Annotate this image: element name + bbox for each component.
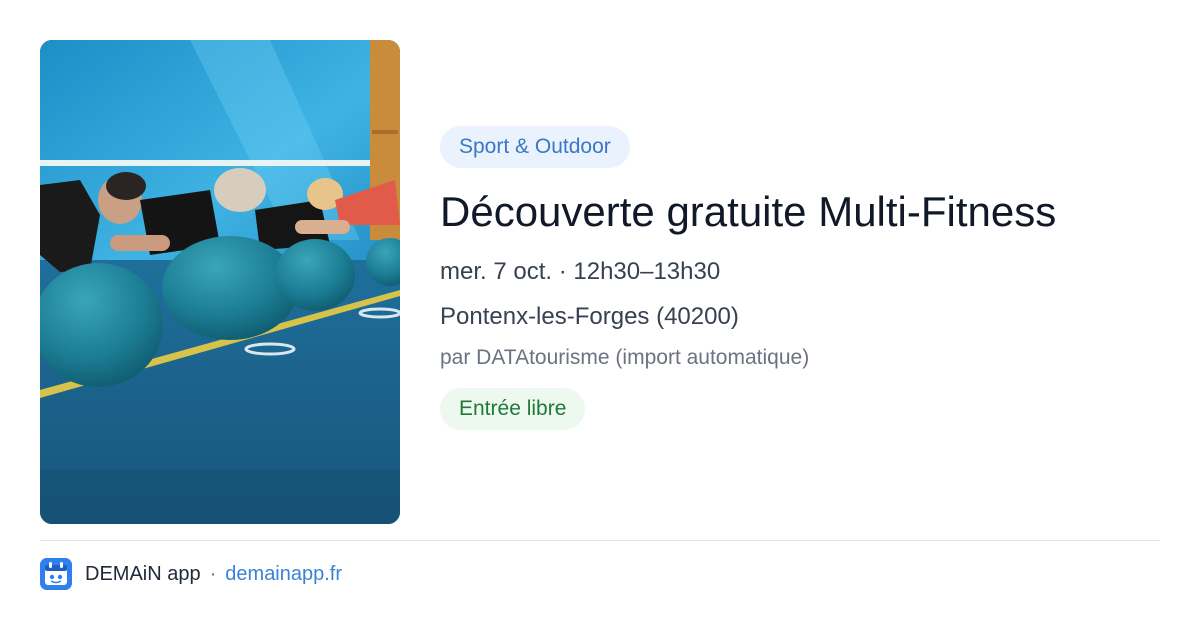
demain-app-logo-icon bbox=[40, 558, 72, 590]
event-details: Sport & Outdoor Découverte gratuite Mult… bbox=[440, 126, 1160, 430]
event-source: par DATAtourisme (import automatique) bbox=[440, 346, 810, 369]
event-location: Pontenx-les-Forges (40200) bbox=[440, 303, 739, 330]
event-image bbox=[40, 40, 400, 524]
divider bbox=[40, 540, 1160, 541]
footer: DEMAiN app · demainapp.fr bbox=[40, 558, 342, 590]
app-name: DEMAiN app bbox=[85, 562, 201, 585]
app-domain-link[interactable]: demainapp.fr bbox=[225, 563, 342, 586]
footer-separator: · bbox=[209, 562, 217, 585]
price-badge: Entrée libre bbox=[440, 388, 586, 430]
event-date: mer. 7 oct. · 12h30–13h30 bbox=[440, 258, 721, 285]
event-title: Découverte gratuite Multi-Fitness bbox=[440, 188, 1057, 235]
category-badge[interactable]: Sport & Outdoor bbox=[440, 126, 630, 168]
fitness-class-photo bbox=[40, 40, 400, 524]
